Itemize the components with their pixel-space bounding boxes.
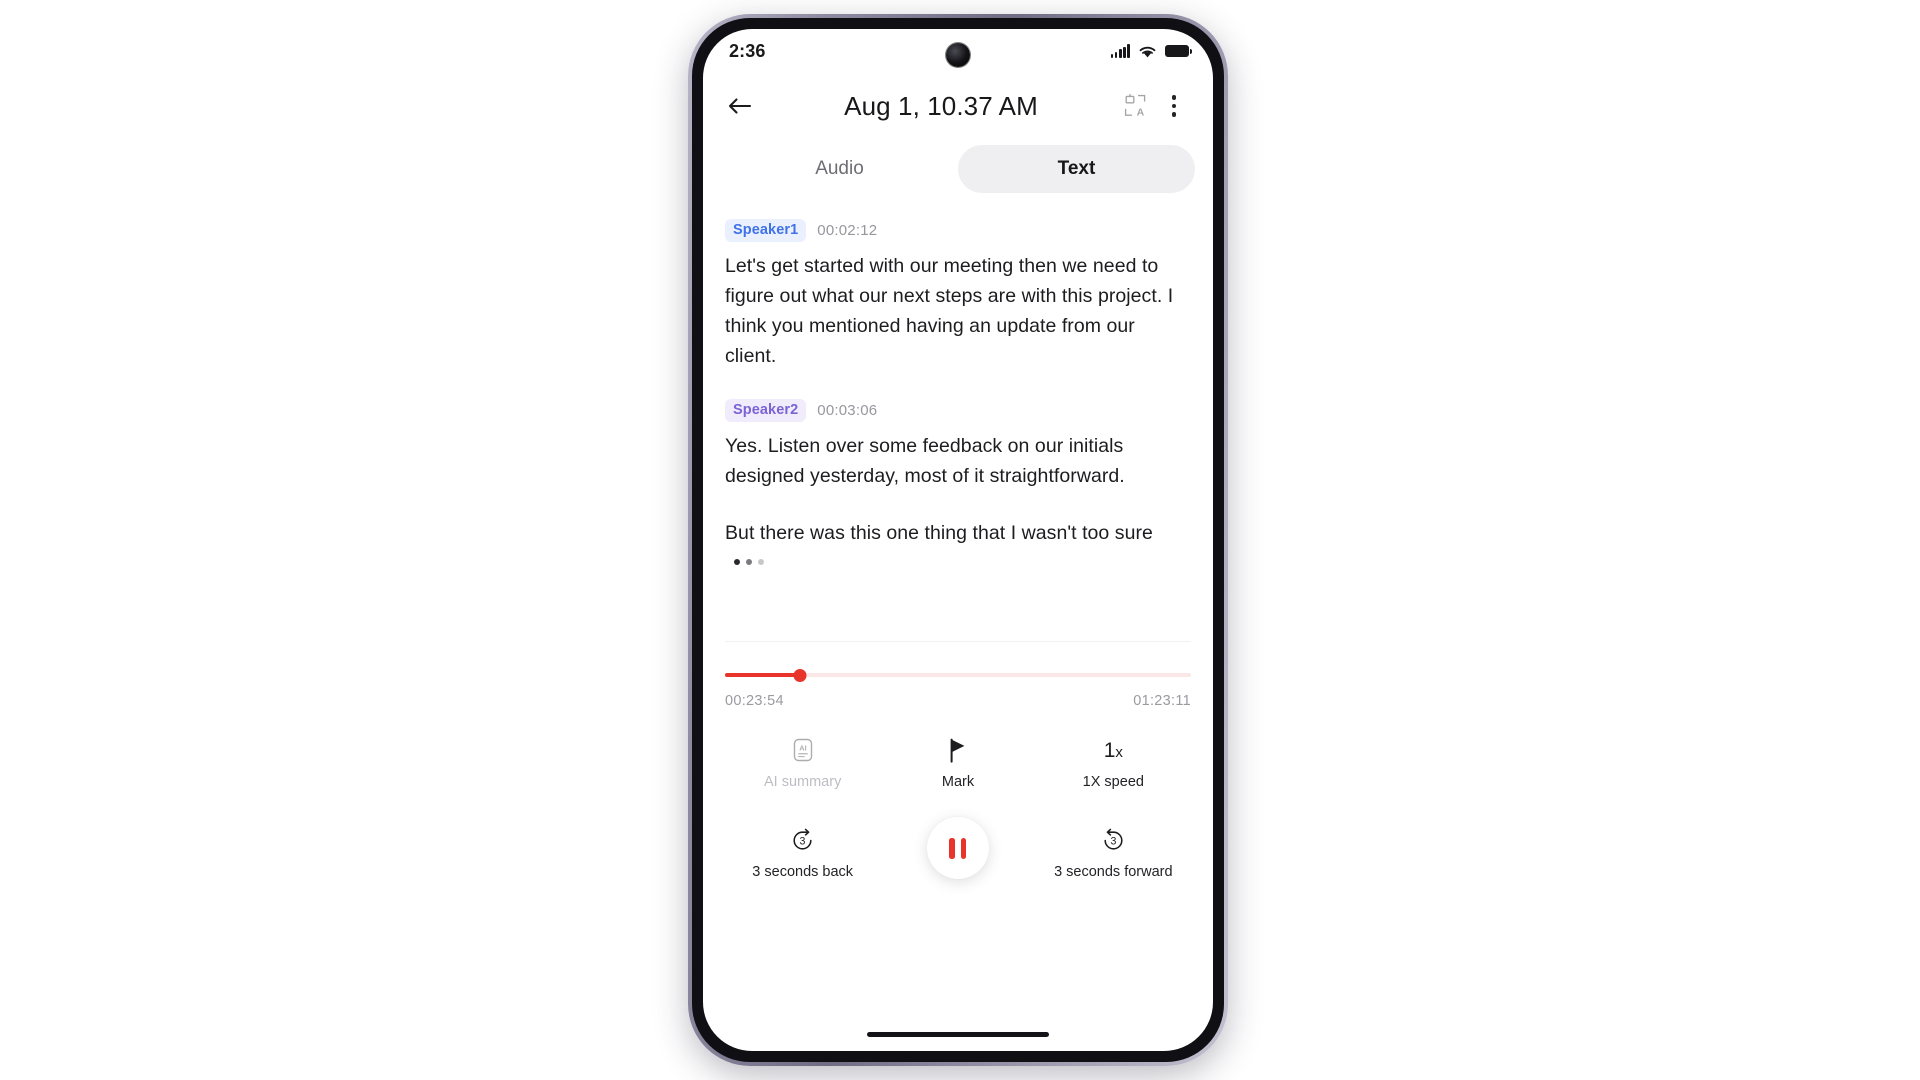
- segment-text[interactable]: Let's get started with our meeting then …: [725, 251, 1191, 371]
- front-camera-punch-hole: [946, 43, 970, 67]
- overflow-menu-icon: [1171, 95, 1177, 117]
- rewind-3s-icon: 3: [789, 825, 816, 855]
- pause-icon-bar-right: [960, 837, 967, 859]
- play-pause-control: [880, 817, 1035, 879]
- speed-label: 1X speed: [1082, 774, 1144, 790]
- player-timestamps: 00:23:54 01:23:11: [725, 693, 1191, 709]
- battery-icon: [1165, 45, 1193, 57]
- back-button[interactable]: [721, 87, 759, 125]
- progress-slider[interactable]: [725, 668, 1191, 682]
- svg-text:A: A: [1137, 107, 1145, 119]
- svg-text:3: 3: [1110, 835, 1116, 847]
- page-title: Aug 1, 10.37 AM: [844, 90, 1038, 121]
- primary-controls-row: 3 3 seconds back 3 3 seconds forward: [725, 817, 1191, 881]
- transcript-list[interactable]: Speaker1 00:02:12 Let's get started with…: [703, 193, 1213, 641]
- tab-text[interactable]: Text: [958, 145, 1195, 193]
- total-time: 01:23:11: [1133, 693, 1191, 709]
- speed-1x-icon: 1x: [1104, 735, 1123, 765]
- speed-glyph-suffix: x: [1115, 743, 1123, 761]
- segment-text-partial[interactable]: But there was this one thing that I wasn…: [725, 518, 1191, 578]
- rewind-3s-button[interactable]: 3 3 seconds back: [725, 825, 880, 881]
- forward-3s-button[interactable]: 3 3 seconds forward: [1036, 825, 1191, 881]
- screenshot-canvas: 2:36 Aug 1, 10.37 AM A Audio Text Speake…: [0, 0, 1920, 1080]
- forward-3s-label: 3 seconds forward: [1054, 864, 1173, 880]
- translate-button[interactable]: A: [1117, 87, 1155, 125]
- mark-label: Mark: [941, 774, 975, 790]
- overflow-menu-button[interactable]: [1155, 87, 1193, 125]
- current-time: 00:23:54: [725, 693, 784, 709]
- forward-3s-icon: 3: [1100, 825, 1127, 855]
- translate-icon: A: [1124, 93, 1146, 119]
- ai-summary-icon: AI: [791, 735, 815, 765]
- mark-button[interactable]: Mark: [880, 735, 1035, 791]
- segment-text[interactable]: Yes. Listen over some feedback on our in…: [725, 431, 1191, 491]
- phone-bezel: 2:36 Aug 1, 10.37 AM A Audio Text Speake…: [692, 18, 1224, 1062]
- ai-summary-button[interactable]: AI AI summary: [725, 735, 880, 791]
- status-bar-clock: 2:36: [729, 40, 766, 61]
- segment-meta: Speaker1 00:02:12: [725, 219, 1191, 242]
- wifi-icon: [1139, 46, 1156, 57]
- phone-screen: 2:36 Aug 1, 10.37 AM A Audio Text Speake…: [703, 29, 1213, 1051]
- progress-track-fill: [725, 673, 800, 677]
- app-header: Aug 1, 10.37 AM A: [703, 73, 1213, 139]
- segment-text-partial-value: But there was this one thing that I wasn…: [725, 522, 1153, 544]
- loading-dots-icon: [734, 558, 764, 565]
- rewind-3s-label: 3 seconds back: [752, 864, 854, 880]
- segment-timestamp[interactable]: 00:02:12: [817, 222, 877, 239]
- view-mode-tabs: Audio Text: [703, 139, 1213, 193]
- transcript-segment: Speaker1 00:02:12 Let's get started with…: [725, 219, 1191, 371]
- tab-audio[interactable]: Audio: [721, 145, 958, 193]
- home-indicator[interactable]: [867, 1032, 1049, 1037]
- secondary-controls-row: AI AI summary Mark 1x 1X speed: [725, 735, 1191, 791]
- segment-timestamp[interactable]: 00:03:06: [817, 402, 877, 419]
- progress-slider-thumb[interactable]: [793, 668, 807, 682]
- flag-icon: [947, 735, 969, 765]
- status-bar: 2:36: [703, 29, 1213, 73]
- speed-button[interactable]: 1x 1X speed: [1036, 735, 1191, 791]
- svg-text:3: 3: [800, 835, 806, 847]
- transcript-segment: Speaker2 00:03:06 Yes. Listen over some …: [725, 399, 1191, 578]
- speed-glyph-value: 1: [1103, 738, 1116, 762]
- audio-player: 00:23:54 01:23:11 AI AI summary Mark 1x …: [703, 642, 1213, 881]
- ai-summary-label: AI summary: [763, 774, 842, 790]
- play-pause-button[interactable]: [926, 817, 989, 879]
- back-arrow-icon: [728, 98, 752, 114]
- pause-icon-bar-left: [949, 837, 955, 859]
- speaker-badge[interactable]: Speaker1: [725, 219, 807, 242]
- phone-device-frame: 2:36 Aug 1, 10.37 AM A Audio Text Speake…: [688, 14, 1228, 1066]
- segment-meta: Speaker2 00:03:06: [725, 399, 1191, 422]
- svg-text:AI: AI: [799, 743, 806, 752]
- status-bar-icons: [1110, 44, 1193, 59]
- signal-icon: [1110, 44, 1130, 58]
- speaker-badge[interactable]: Speaker2: [725, 399, 807, 422]
